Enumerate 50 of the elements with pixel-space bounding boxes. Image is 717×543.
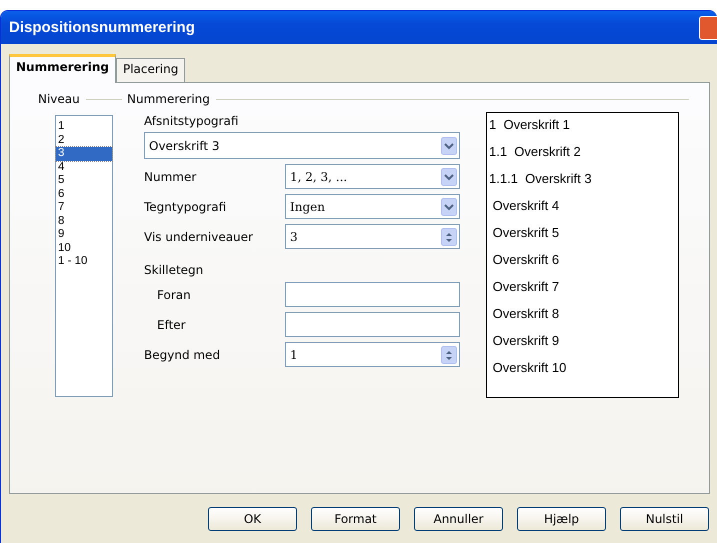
field-label: Nummer	[144, 170, 196, 184]
spin-arrows-icon[interactable]	[441, 346, 457, 364]
dropdown-field[interactable]: 1, 2, 3, ...	[285, 164, 460, 189]
list-item[interactable]: 3	[56, 147, 112, 160]
list-item[interactable]: 9	[56, 228, 112, 242]
field-label: Efter	[157, 318, 186, 332]
dropdown-field[interactable]: Overskrift 3	[144, 132, 460, 159]
preview-line: Overskrift 5	[492, 225, 560, 242]
group-label: Nummerering	[127, 92, 210, 106]
close-button[interactable]	[699, 16, 717, 40]
preview-line: Overskrift 4	[492, 198, 560, 215]
input-field[interactable]	[285, 282, 460, 307]
list-item[interactable]: 1	[56, 120, 112, 134]
spin-field[interactable]: 1	[285, 342, 460, 367]
list-item[interactable]: 8	[56, 214, 112, 228]
preview-line: Overskrift 7	[492, 279, 560, 296]
preview-line: 1.1 Overskrift 2	[489, 144, 582, 161]
tab[interactable]: Nummerering	[9, 54, 116, 83]
list-item[interactable]: 1 - 10	[56, 255, 112, 268]
dialog-button[interactable]: Hjælp	[517, 507, 606, 531]
spin-field[interactable]: 3	[285, 224, 460, 249]
preview-line: Overskrift 8	[492, 306, 560, 323]
field-label: Vis underniveauer	[144, 230, 253, 244]
preview-line: Overskrift 9	[492, 333, 560, 350]
spin-arrows-icon[interactable]	[441, 228, 457, 246]
tab[interactable]: Placering	[116, 58, 186, 82]
field-label: Tegntypografi	[144, 200, 226, 214]
dialog-button[interactable]: Format	[311, 507, 400, 531]
list-item[interactable]: 10	[56, 242, 112, 255]
list-item[interactable]: 6	[56, 188, 112, 201]
list-item[interactable]: 7	[56, 201, 112, 214]
field-label: Foran	[157, 288, 191, 302]
group-label: Niveau	[38, 92, 80, 106]
preview-line: 1.1.1 Overskrift 3	[489, 171, 593, 188]
field-label: Skilletegn	[144, 263, 204, 277]
window-title: Dispositionsnummerering	[9, 19, 195, 36]
dialog-button[interactable]: OK	[208, 507, 297, 531]
dialog-button[interactable]: Nulstil	[620, 507, 709, 531]
dialog-button[interactable]: Annuller	[414, 507, 503, 531]
preview-line: 1 Overskrift 1	[489, 117, 571, 134]
preview-line: Overskrift 10	[492, 360, 568, 377]
field-label: Begynd med	[144, 348, 220, 362]
list-item[interactable]: 4	[56, 160, 112, 174]
field-label: Afsnitstypografi	[144, 114, 238, 128]
input-field[interactable]	[285, 312, 460, 337]
list-item[interactable]: 2	[56, 134, 112, 147]
preview-line: Overskrift 6	[492, 252, 560, 269]
list-item[interactable]: 5	[56, 174, 112, 188]
level-list[interactable]: 1 2 3 4 5 6 7 8 9 10 1 - 10	[55, 115, 113, 397]
dropdown-field[interactable]: Ingen	[285, 194, 460, 219]
